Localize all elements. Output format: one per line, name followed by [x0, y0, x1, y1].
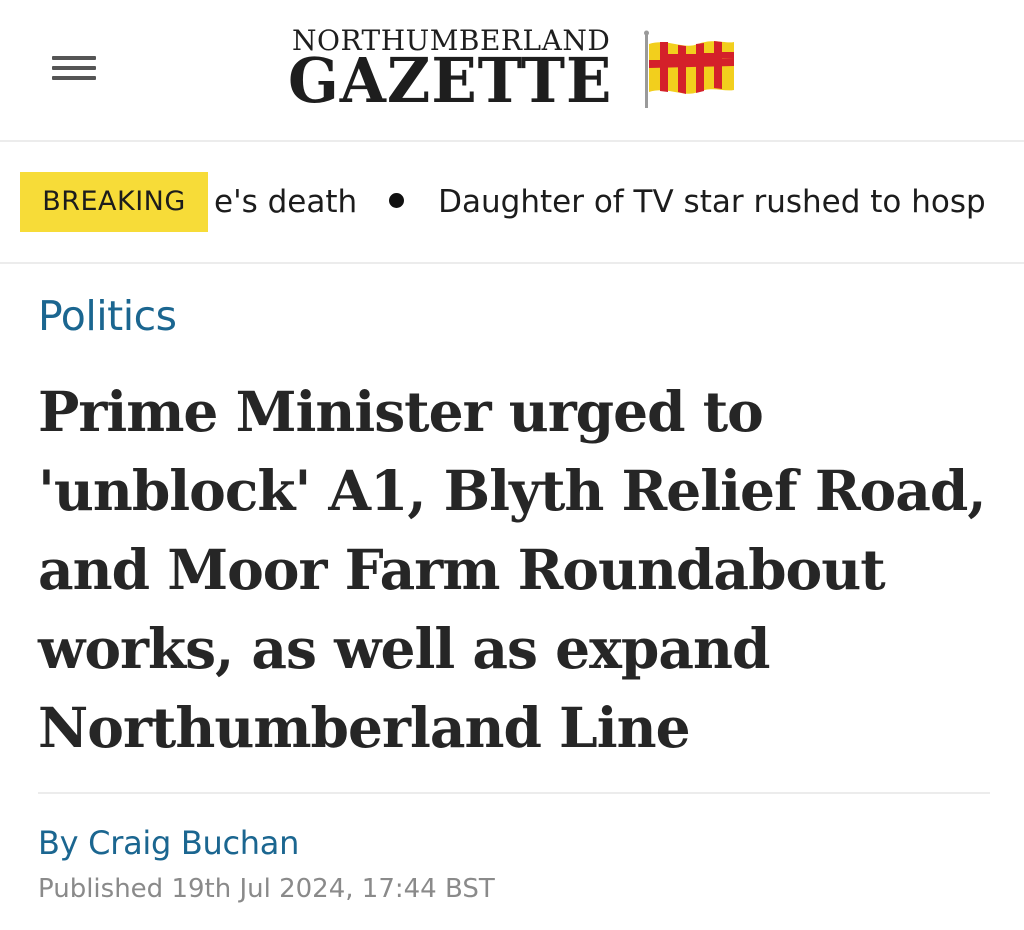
divider: [38, 792, 990, 794]
logo-main-text: GAZETTE: [288, 44, 613, 117]
ticker-item[interactable]: e's death: [214, 172, 357, 232]
menu-bar-middle: [52, 66, 96, 70]
breaking-news-ticker: BREAKING e's death Daughter of TV star ru…: [0, 142, 1024, 264]
published-date: Published 19th Jul 2024, 17:44 BST: [38, 874, 495, 904]
ticker-item[interactable]: Daughter of TV star rushed to hosp: [438, 172, 986, 232]
northumberland-flag-icon: [644, 30, 734, 108]
ticker-separator-dot: [389, 193, 405, 208]
menu-bar-top: [52, 56, 96, 60]
site-header: NORTHUMBERLAND GAZETTE: [0, 0, 1024, 142]
breaking-badge: BREAKING: [20, 172, 208, 232]
ticker-track: e's death Daughter of TV star rushed to h…: [214, 172, 1024, 232]
byline: By Craig Buchan: [38, 824, 299, 862]
hamburger-menu-icon[interactable]: [50, 52, 98, 84]
category-link[interactable]: Politics: [38, 292, 177, 340]
site-logo[interactable]: NORTHUMBERLAND GAZETTE: [288, 20, 748, 120]
author-link[interactable]: Craig Buchan: [88, 824, 299, 862]
byline-prefix: By: [38, 824, 79, 862]
menu-bar-bottom: [52, 76, 96, 80]
article-headline: Prime Minister urged to 'unblock' A1, Bl…: [38, 379, 986, 760]
